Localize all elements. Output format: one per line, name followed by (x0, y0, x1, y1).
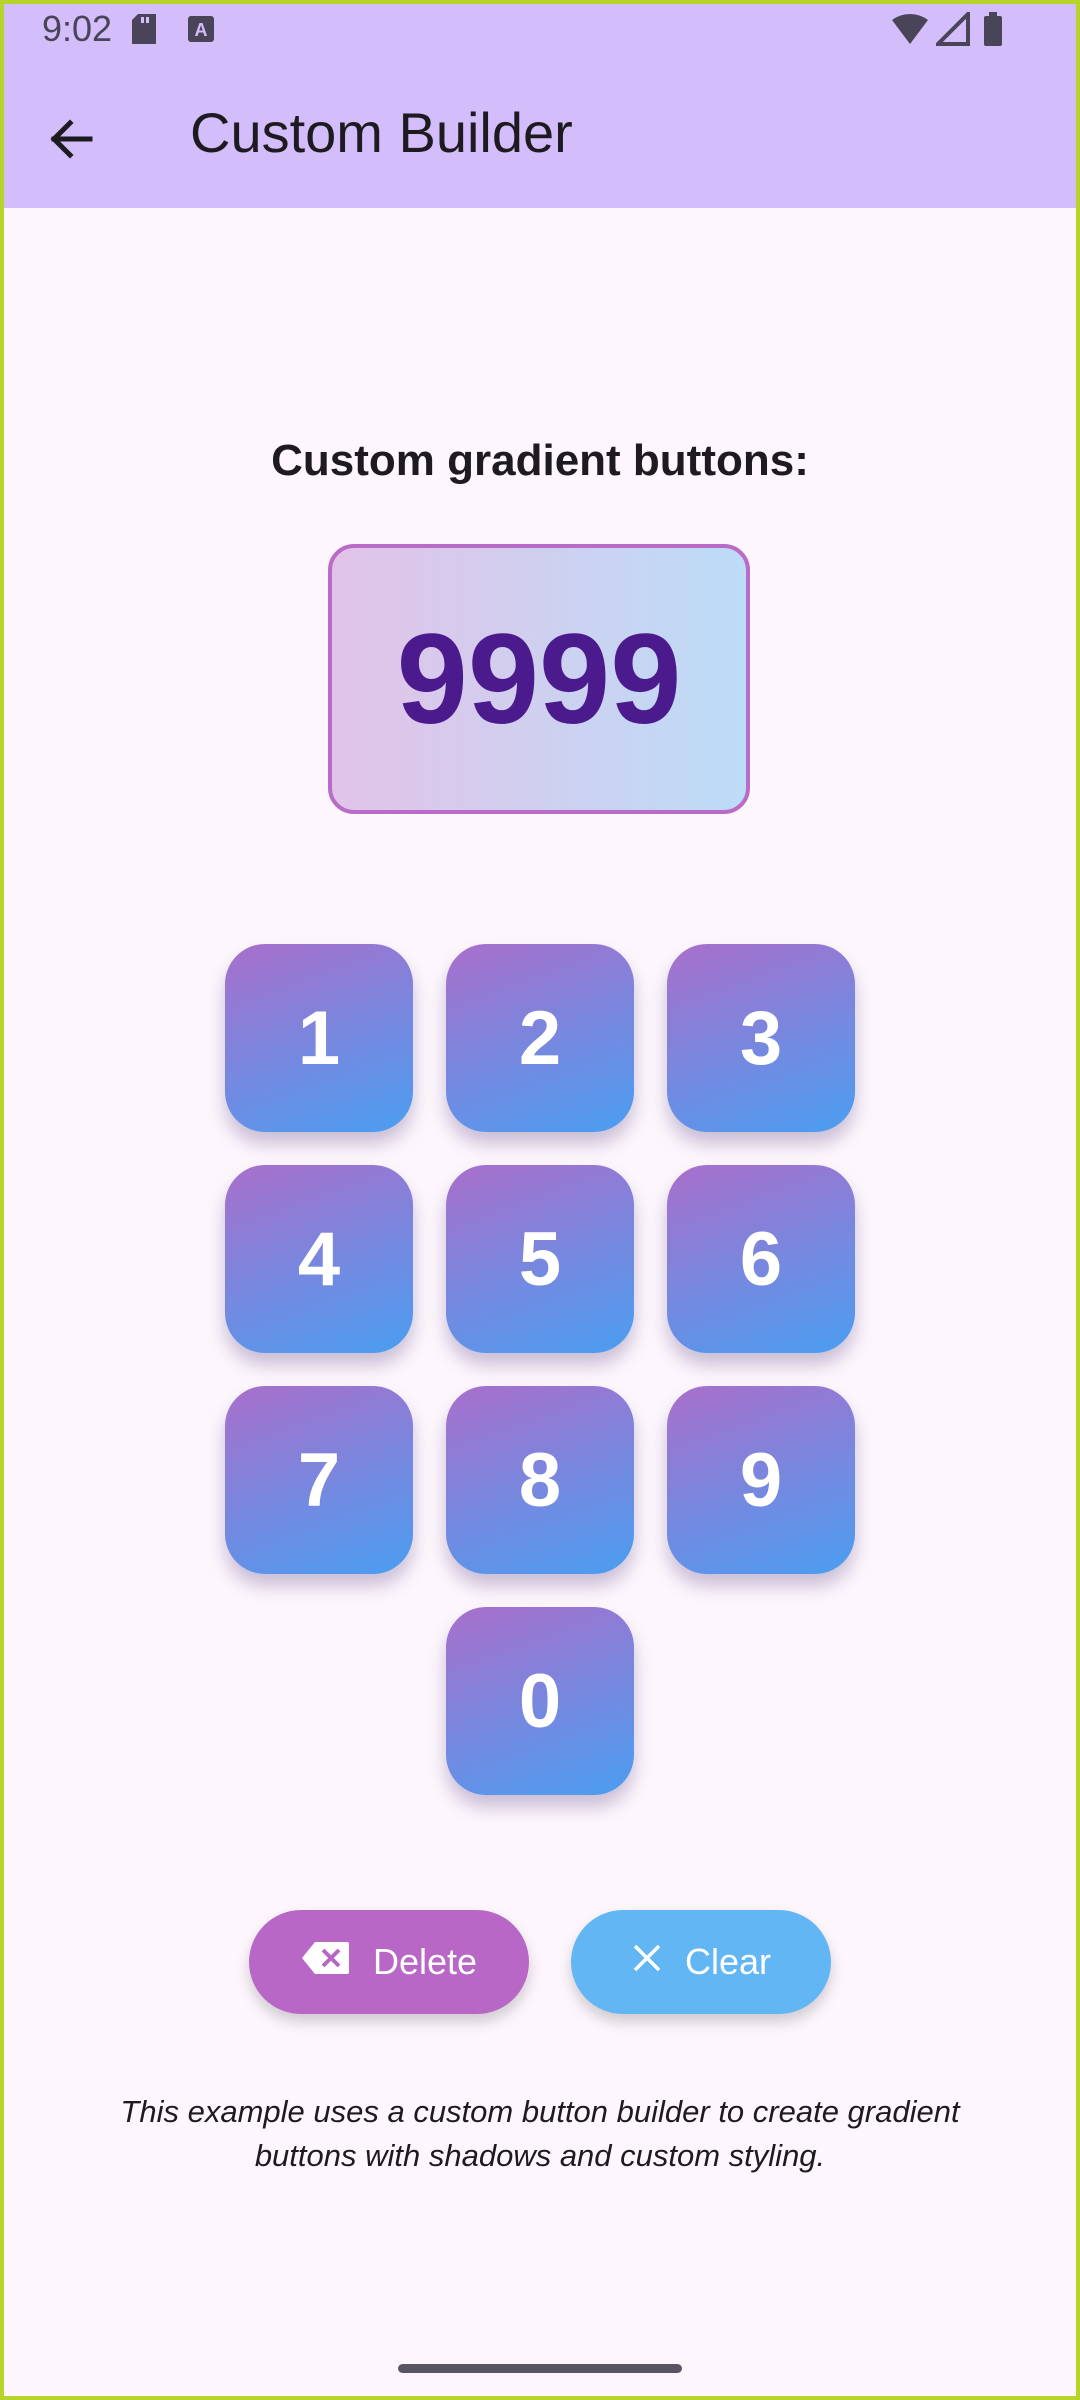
battery-icon (982, 12, 1004, 53)
section-heading: Custom gradient buttons: (271, 436, 809, 485)
svg-text:A: A (195, 20, 208, 40)
delete-button[interactable]: Delete (249, 1910, 529, 2014)
keyboard-app-icon: A (186, 12, 216, 51)
note-line-2: buttons with shadows and custom styling. (254, 2138, 826, 2173)
key-3[interactable]: 3 (667, 944, 855, 1132)
key-7[interactable]: 7 (225, 1386, 413, 1574)
page-title: Custom Builder (190, 101, 573, 164)
note-line-1: This example uses a custom button builde… (120, 2094, 960, 2129)
key-9[interactable]: 9 (667, 1386, 855, 1574)
description-note: This example uses a custom button builde… (80, 2090, 1000, 2178)
wifi-icon (890, 12, 930, 51)
key-8[interactable]: 8 (446, 1386, 634, 1574)
close-icon (631, 1941, 663, 1983)
display-value: 9999 (396, 607, 682, 751)
key-0[interactable]: 0 (446, 1607, 634, 1795)
app-bar: Custom Builder (0, 62, 1080, 208)
sd-card-icon (130, 12, 158, 51)
status-time: 9:02 (42, 8, 113, 49)
number-display: 9999 (328, 544, 750, 814)
clear-label: Clear (684, 1941, 772, 1982)
clear-button[interactable]: Clear (571, 1910, 831, 2014)
signal-icon (933, 9, 970, 51)
gesture-handle[interactable] (398, 2364, 682, 2373)
status-bar: 9:02 A (0, 0, 1080, 62)
key-5[interactable]: 5 (446, 1165, 634, 1353)
delete-label: Delete (372, 1941, 478, 1982)
key-2[interactable]: 2 (446, 944, 634, 1132)
key-1[interactable]: 1 (225, 944, 413, 1132)
key-4[interactable]: 4 (225, 1165, 413, 1353)
backspace-icon (301, 1940, 351, 1985)
back-arrow-icon[interactable] (40, 104, 110, 174)
key-6[interactable]: 6 (667, 1165, 855, 1353)
